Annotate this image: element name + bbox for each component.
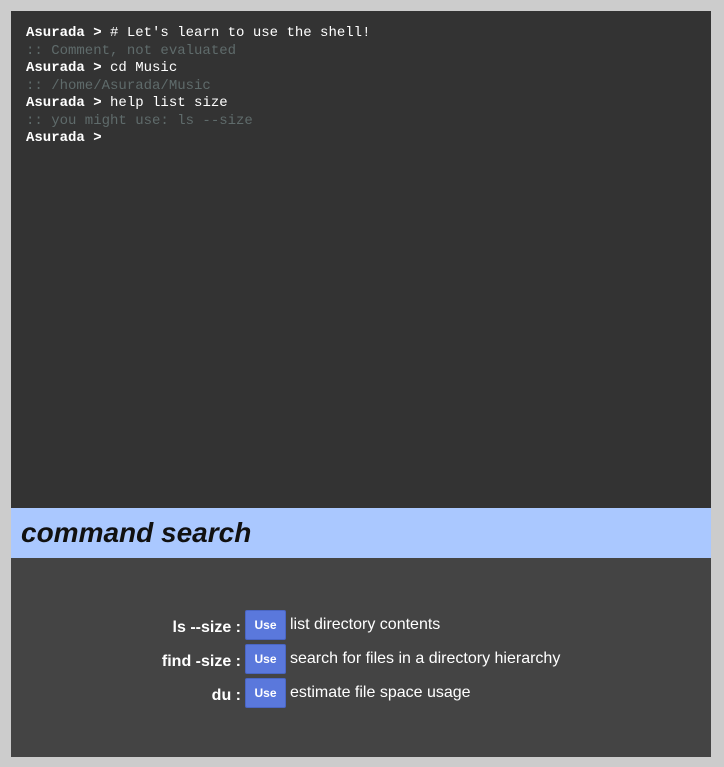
terminal-line: Asurada > help list size bbox=[26, 95, 696, 113]
use-du-button[interactable]: Use bbox=[245, 678, 286, 708]
terminal-prompt: Asurada > bbox=[26, 130, 102, 146]
result-command-name: ls --size : bbox=[172, 619, 241, 636]
terminal[interactable]: Asurada > # Let's learn to use the shell… bbox=[11, 11, 711, 508]
terminal-prompt: Asurada > bbox=[26, 25, 102, 41]
result-description: list directory contents bbox=[290, 616, 441, 633]
command-search-header: command search bbox=[11, 508, 711, 558]
terminal-command: cd Music bbox=[101, 60, 178, 76]
terminal-output: :: Comment, not evaluated bbox=[26, 42, 237, 59]
terminal-output: :: /home/Asurada/Music bbox=[26, 77, 211, 94]
result-row-du: du : Use estimate file space usage bbox=[11, 678, 711, 712]
result-description: estimate file space usage bbox=[290, 684, 471, 701]
terminal-prompt: Asurada > bbox=[26, 95, 102, 111]
terminal-command: # Let's learn to use the shell! bbox=[101, 25, 371, 41]
terminal-line: Asurada > # Let's learn to use the shell… bbox=[26, 25, 696, 43]
command-search-results: ls --size : Use list directory contents … bbox=[11, 558, 711, 757]
result-row-find: find -size : Use search for files in a d… bbox=[11, 644, 711, 678]
use-ls-button[interactable]: Use bbox=[245, 610, 286, 640]
command-search-title: command search bbox=[21, 517, 252, 548]
result-command-name: find -size : bbox=[161, 653, 241, 670]
result-command-name: du : bbox=[211, 687, 241, 704]
result-row-ls: ls --size : Use list directory contents bbox=[11, 610, 711, 644]
terminal-active-line[interactable]: Asurada > bbox=[26, 130, 696, 148]
result-description: search for files in a directory hierarch… bbox=[290, 650, 561, 667]
terminal-line: Asurada > cd Music bbox=[26, 60, 696, 78]
use-find-button[interactable]: Use bbox=[245, 644, 286, 674]
app-frame: Asurada > # Let's learn to use the shell… bbox=[11, 11, 711, 757]
terminal-output: :: you might use: ls --size bbox=[26, 112, 253, 129]
terminal-command: help list size bbox=[101, 95, 228, 111]
results-list: ls --size : Use list directory contents … bbox=[11, 610, 711, 712]
terminal-prompt: Asurada > bbox=[26, 60, 102, 76]
